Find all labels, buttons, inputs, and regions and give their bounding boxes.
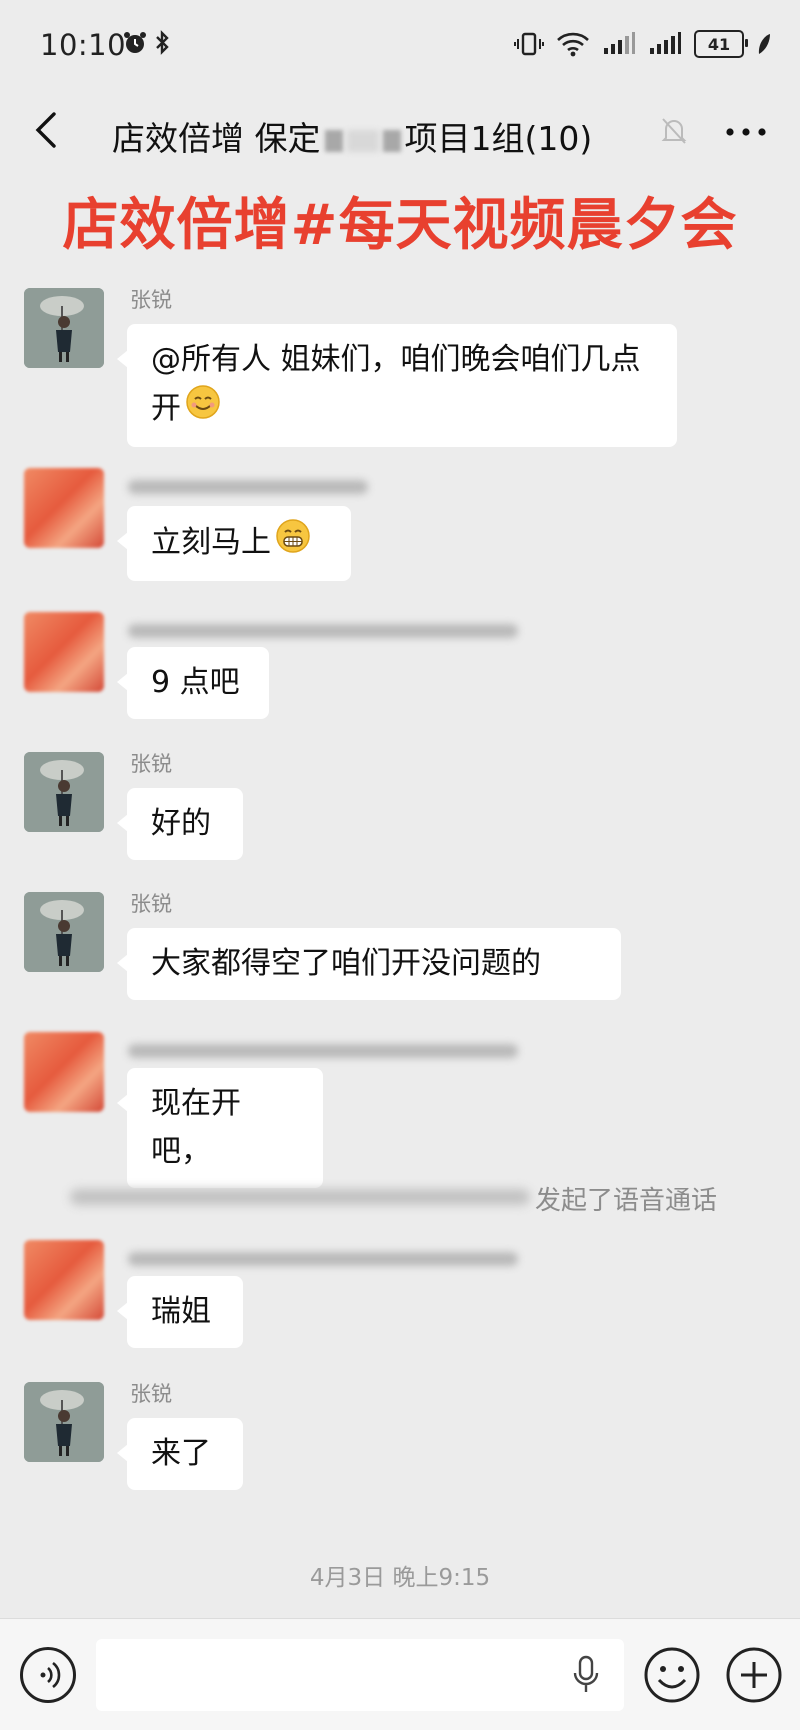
system-notice: 发起了语音通话 — [0, 1176, 800, 1216]
emoji-button-icon[interactable] — [642, 1645, 702, 1705]
signal-icon-1 — [604, 32, 635, 54]
avatar-illustration — [24, 752, 104, 832]
message-timestamp: 4月3日 晚上9:15 — [309, 1565, 491, 1591]
message-text: 好的 — [151, 806, 211, 841]
chat-header: 店效倍增 保定 项目1组(10) — [0, 90, 800, 172]
message-bubble[interactable]: 来了 — [117, 1418, 243, 1490]
message-bubble[interactable]: 好的 — [117, 788, 243, 860]
message-text: 瑞姐 — [151, 1294, 211, 1329]
battery-indicator: 41 — [694, 30, 748, 58]
message-text: 来了 — [151, 1436, 211, 1471]
sender-name: 张锐 — [130, 892, 172, 916]
redacted-block — [382, 129, 401, 152]
add-more-button-icon[interactable] — [724, 1645, 784, 1705]
leaf-icon — [758, 34, 770, 54]
avatar-illustration — [24, 1382, 104, 1462]
wifi-icon — [557, 32, 589, 57]
status-icons-left — [122, 30, 172, 56]
message-text: 9 点吧 — [151, 665, 240, 700]
avatar[interactable] — [24, 612, 104, 692]
redacted-block — [346, 129, 379, 152]
signal-icon-2 — [650, 32, 681, 54]
sender-name-redacted — [128, 1252, 518, 1266]
more-dots-icon — [726, 128, 766, 136]
sender-name-redacted — [128, 624, 518, 638]
muted-bell-icon — [661, 118, 687, 144]
sender-name-redacted — [128, 480, 368, 494]
status-bar: 10:10 41 — [0, 0, 800, 90]
message-text: 大家都得空了咱们开没问题的 — [151, 946, 541, 981]
avatar-illustration — [24, 288, 104, 368]
input-bar — [0, 1618, 800, 1730]
chat-title: 店效倍增 保定 项目1组(10) — [112, 112, 592, 160]
red-banner-text: 店效倍增#每天视频晨夕会 — [62, 193, 738, 258]
system-notice-text: 发起了语音通话 — [535, 1186, 718, 1216]
grinning-face-icon — [275, 518, 311, 569]
message-bubble[interactable]: @所有人 姐妹们，咱们晚会咱们几点开 — [117, 324, 677, 447]
battery-level: 41 — [707, 34, 731, 54]
chat-title-suffix: 项目1组(10) — [404, 119, 593, 158]
avatar-illustration — [24, 892, 104, 972]
avatar[interactable] — [24, 892, 104, 972]
sender-name-redacted — [128, 1044, 518, 1058]
sender-name: 张锐 — [130, 1382, 172, 1406]
message-bubble[interactable]: 瑞姐 — [117, 1276, 243, 1348]
more-options-button[interactable] — [718, 112, 774, 152]
redacted-block — [324, 129, 343, 152]
message-bubble[interactable]: 9 点吧 — [117, 647, 269, 719]
message-text: 立刻马上 — [151, 525, 271, 560]
status-icons-right: 41 — [514, 30, 772, 58]
sender-name: 张锐 — [130, 288, 172, 312]
back-button[interactable] — [28, 108, 68, 152]
microphone-icon[interactable] — [572, 1655, 600, 1695]
sender-name: 张锐 — [130, 752, 172, 776]
message-bubble[interactable]: 立刻马上 — [117, 506, 351, 581]
avatar[interactable] — [24, 1032, 104, 1112]
avatar[interactable] — [24, 288, 104, 368]
system-notice-redacted — [70, 1189, 530, 1205]
smiling-face-icon — [185, 384, 221, 435]
voice-wave-icon — [40, 1661, 61, 1689]
message-input[interactable] — [96, 1639, 624, 1711]
back-arrow-icon — [35, 112, 56, 148]
message-bubble[interactable]: 大家都得空了咱们开没问题的 — [117, 928, 621, 1000]
avatar[interactable] — [24, 1382, 104, 1462]
bluetooth-icon — [156, 30, 169, 55]
message-text: 现在开吧， — [151, 1086, 241, 1169]
message-text: @所有人 姐妹们，咱们晚会咱们几点开 — [151, 342, 641, 426]
avatar[interactable] — [24, 1240, 104, 1320]
avatar[interactable] — [24, 752, 104, 832]
avatar[interactable] — [24, 468, 104, 548]
voice-toggle-button[interactable] — [20, 1647, 76, 1703]
vibrate-icon — [514, 32, 544, 56]
message-bubble[interactable]: 现在开吧， — [117, 1068, 323, 1188]
chat-title-prefix: 店效倍增 保定 — [112, 119, 321, 158]
alarm-icon — [124, 32, 146, 53]
status-time: 10:10 — [40, 28, 127, 62]
